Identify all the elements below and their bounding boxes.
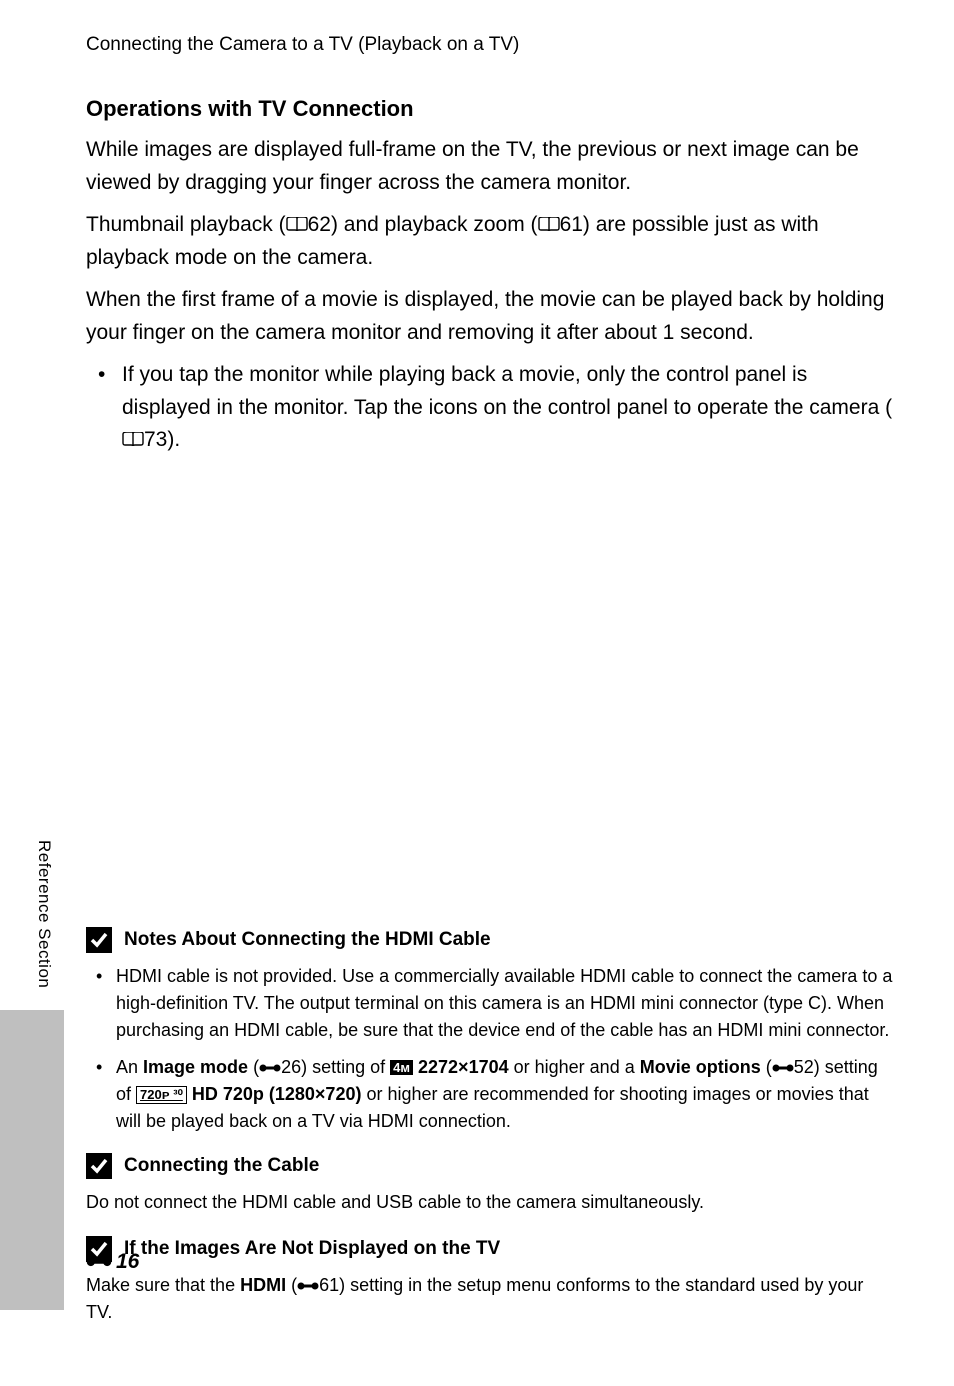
reference-icon: [259, 1062, 281, 1074]
body-paragraph-1: While images are displayed full-frame on…: [86, 134, 894, 199]
book-icon: [286, 217, 308, 233]
text-segment: Make sure that the: [86, 1275, 240, 1295]
page-ref: 52: [794, 1057, 814, 1077]
list-item: An Image mode (26) setting of 4ᴍ 2272×17…: [86, 1054, 894, 1135]
reference-icon: [86, 1255, 112, 1269]
page-number: 16: [86, 1250, 139, 1274]
bold-label: HD 720p (1280×720): [192, 1084, 362, 1104]
note-heading-row: Notes About Connecting the HDMI Cable: [86, 927, 894, 953]
note-heading-row: If the Images Are Not Displayed on the T…: [86, 1236, 894, 1262]
note-list: HDMI cable is not provided. Use a commer…: [86, 963, 894, 1135]
text-segment: ).: [167, 428, 180, 451]
reference-icon: [772, 1062, 794, 1074]
note-heading: If the Images Are Not Displayed on the T…: [124, 1238, 500, 1260]
check-icon: [86, 927, 112, 953]
page-ref: 73: [144, 428, 167, 451]
page-ref: 62: [308, 213, 331, 236]
text-segment: Thumbnail playback (: [86, 213, 286, 236]
text-segment: ) and playback zoom (: [331, 213, 538, 236]
section-heading: Operations with TV Connection: [86, 96, 894, 122]
text-segment: If you tap the monitor while playing bac…: [122, 363, 892, 419]
text-segment: or higher and a: [509, 1057, 640, 1077]
page-header-title: Connecting the Camera to a TV (Playback …: [86, 34, 894, 56]
main-bullet-list: If you tap the monitor while playing bac…: [86, 359, 894, 457]
notes-block: Notes About Connecting the HDMI Cable HD…: [86, 927, 894, 1326]
page-ref: 61: [319, 1275, 339, 1295]
book-icon: [538, 217, 560, 233]
body-paragraph-3: When the first frame of a movie is displ…: [86, 284, 894, 349]
side-section-label: Reference Section: [34, 840, 54, 988]
list-item: If you tap the monitor while playing bac…: [86, 359, 894, 457]
text-segment: ) setting of: [301, 1057, 390, 1077]
page-ref: 61: [560, 213, 583, 236]
note-paragraph: Make sure that the HDMI (61) setting in …: [86, 1272, 894, 1326]
bold-label: Image mode: [143, 1057, 248, 1077]
bold-label: 2272×1704: [418, 1057, 509, 1077]
side-tab: [0, 1010, 64, 1310]
note-heading: Connecting the Cable: [124, 1155, 319, 1177]
bold-label: Movie options: [640, 1057, 761, 1077]
note-heading: Notes About Connecting the HDMI Cable: [124, 929, 491, 951]
body-paragraph-2: Thumbnail playback ( 62) and playback zoo…: [86, 209, 894, 274]
page-number-text: 16: [116, 1250, 139, 1274]
resolution-badge: 720ᴘ ³⁰: [136, 1086, 187, 1104]
note-paragraph: Do not connect the HDMI cable and USB ca…: [86, 1189, 894, 1216]
page-content: Connecting the Camera to a TV (Playback …: [0, 0, 954, 1386]
list-item: HDMI cable is not provided. Use a commer…: [86, 963, 894, 1044]
reference-icon: [297, 1280, 319, 1292]
text-segment: An: [116, 1057, 143, 1077]
note-heading-row: Connecting the Cable: [86, 1153, 894, 1179]
check-icon: [86, 1153, 112, 1179]
mode-badge: 4ᴍ: [390, 1060, 413, 1075]
page-ref: 26: [281, 1057, 301, 1077]
book-icon: [122, 432, 144, 448]
bold-label: HDMI: [240, 1275, 286, 1295]
